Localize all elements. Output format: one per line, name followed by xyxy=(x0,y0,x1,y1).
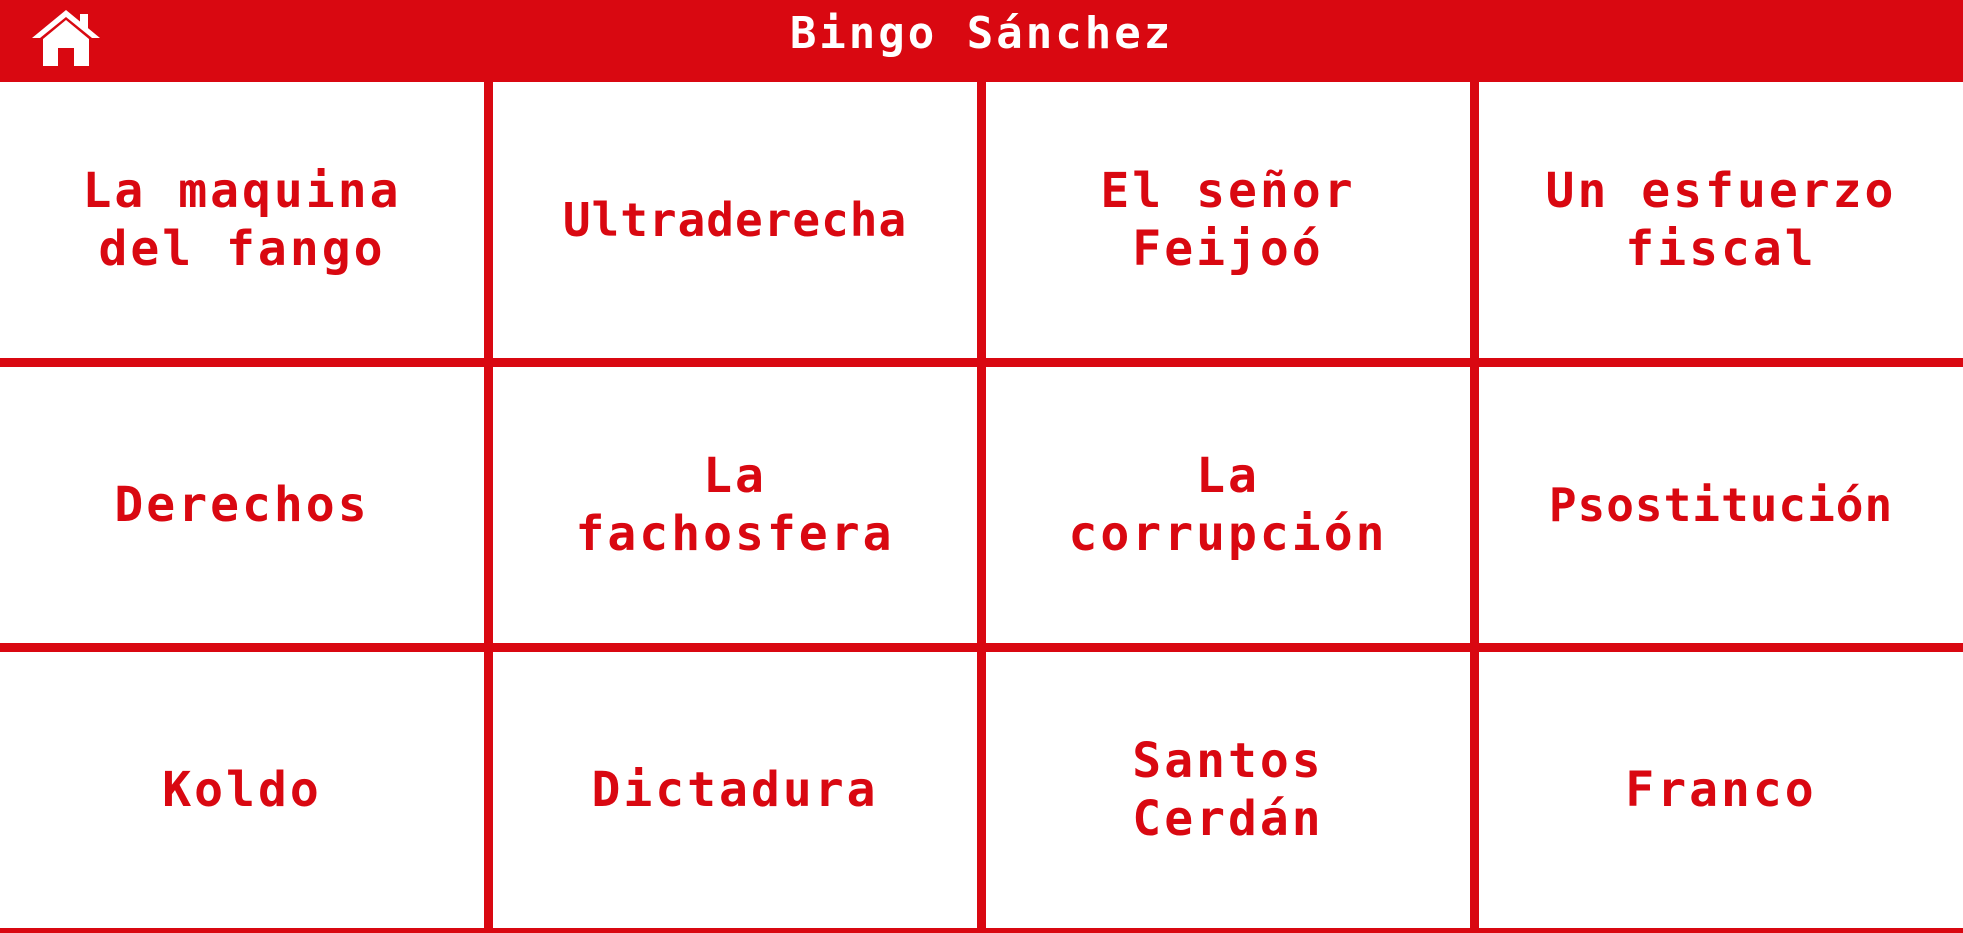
bingo-cell-label: Un esfuerzo fiscal xyxy=(1545,163,1897,277)
bingo-cell-label: Koldo xyxy=(162,762,322,818)
bingo-cell[interactable]: Un esfuerzo fiscal xyxy=(1479,82,1963,358)
top-bar: Bingo Sánchez xyxy=(0,0,1963,82)
bingo-cell[interactable]: Ultraderecha xyxy=(493,82,977,358)
bingo-grid: La maquina del fango Ultraderecha El señ… xyxy=(0,82,1963,928)
bingo-cell-label: El señor Feijoó xyxy=(1100,163,1356,277)
bingo-cell-label: Santos Cerdán xyxy=(1132,733,1324,847)
bingo-cell[interactable]: La fachosfera xyxy=(493,367,977,643)
bottom-border xyxy=(0,928,1963,933)
bingo-cell[interactable]: La maquina del fango xyxy=(0,82,484,358)
bingo-cell-label: Dictadura xyxy=(591,762,879,818)
bingo-cell-label: Psostitución xyxy=(1548,478,1894,532)
bingo-cell-label: Derechos xyxy=(114,477,370,533)
bingo-app: Bingo Sánchez La maquina del fango Ultra… xyxy=(0,0,1963,933)
bingo-cell-label: La corrupción xyxy=(1068,448,1388,562)
bingo-cell[interactable]: Franco xyxy=(1479,652,1963,928)
bingo-cell[interactable]: El señor Feijoó xyxy=(986,82,1470,358)
bingo-cell[interactable]: Santos Cerdán xyxy=(986,652,1470,928)
page-title: Bingo Sánchez xyxy=(789,8,1174,59)
bingo-cell[interactable]: Derechos xyxy=(0,367,484,643)
bingo-cell-label: Franco xyxy=(1625,762,1817,818)
bingo-cell[interactable]: Dictadura xyxy=(493,652,977,928)
bingo-cell-label: Ultraderecha xyxy=(562,193,908,247)
bingo-cell[interactable]: Psostitución xyxy=(1479,367,1963,643)
bingo-cell-label: La fachosfera xyxy=(575,448,895,562)
bingo-cell[interactable]: Koldo xyxy=(0,652,484,928)
bingo-cell-label: La maquina del fango xyxy=(82,163,402,277)
bingo-cell[interactable]: La corrupción xyxy=(986,367,1470,643)
